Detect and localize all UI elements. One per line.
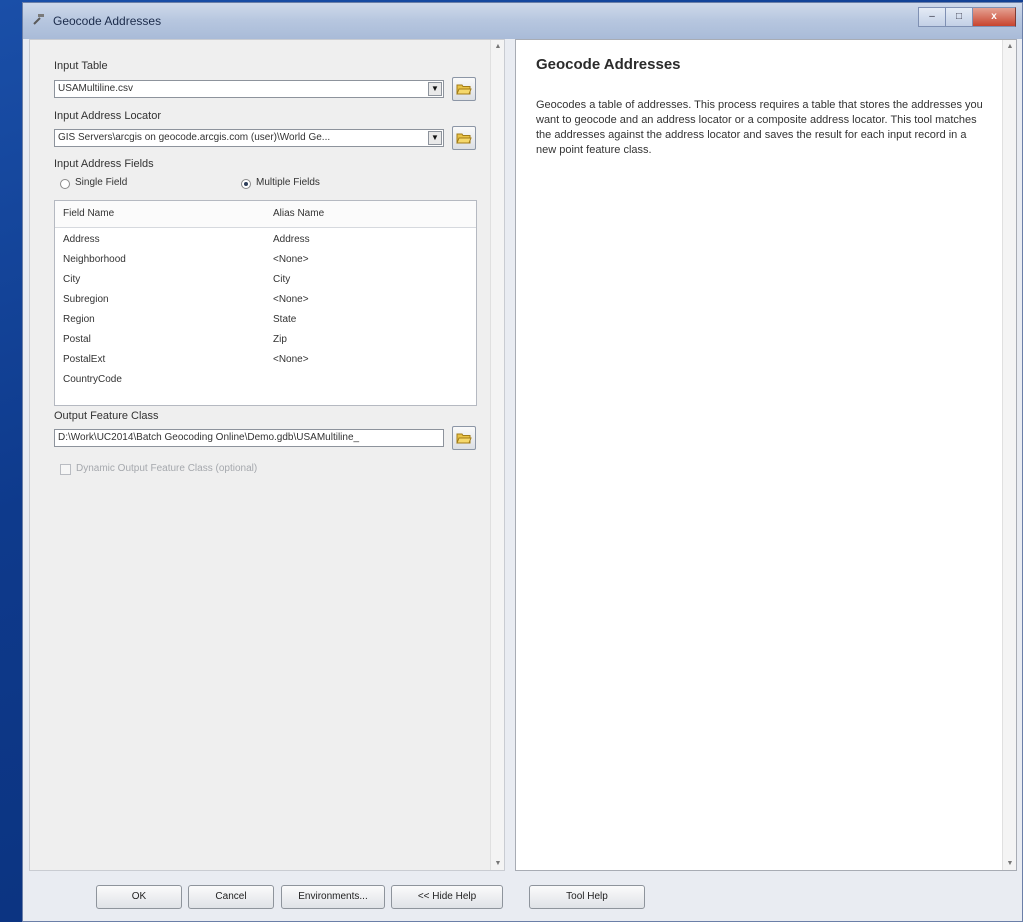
dynamic-output-label: Dynamic Output Feature Class (optional)	[76, 463, 258, 474]
field-name-cell: CountryCode	[63, 374, 122, 385]
column-header-field-name: Field Name	[63, 208, 115, 219]
multiple-fields-radio[interactable]	[241, 179, 251, 189]
multiple-fields-label: Multiple Fields	[256, 177, 320, 188]
single-field-label: Single Field	[75, 177, 128, 188]
ok-button[interactable]: OK	[96, 885, 182, 909]
chevron-down-icon[interactable]: ▼	[428, 131, 442, 145]
dynamic-output-checkbox[interactable]	[60, 464, 71, 475]
open-folder-icon	[456, 133, 472, 144]
field-name-cell: PostalExt	[63, 354, 106, 365]
parameters-scrollbar[interactable]: ▲ ▼	[490, 40, 504, 870]
alias-name-cell[interactable]: Address	[273, 234, 310, 245]
address-locator-label: Input Address Locator	[54, 110, 162, 122]
scroll-down-icon[interactable]: ▼	[1005, 860, 1015, 867]
field-name-cell: Region	[63, 314, 95, 325]
help-pane: Geocode Addresses Geocodes a table of ad…	[515, 39, 1017, 871]
window-title: Geocode Addresses	[53, 14, 162, 28]
hammer-tool-icon	[33, 14, 44, 25]
input-table-value: USAMultiline.csv	[58, 83, 134, 94]
address-fields-table: Field Name Alias Name Address Address Ne…	[54, 200, 477, 406]
alias-name-cell[interactable]: State	[273, 314, 296, 325]
address-locator-value: GIS Servers\arcgis on geocode.arcgis.com…	[58, 132, 331, 143]
geocode-dialog: Geocode Addresses – □ x Input Table USAM…	[22, 2, 1023, 922]
table-row[interactable]: Neighborhood <None>	[55, 251, 476, 271]
column-header-alias-name: Alias Name	[273, 208, 325, 219]
alias-name-cell[interactable]: <None>	[273, 354, 309, 365]
minimize-button[interactable]: –	[918, 7, 945, 27]
alias-name-cell[interactable]: <None>	[273, 254, 309, 265]
environments-button[interactable]: Environments...	[281, 885, 385, 909]
help-description: Geocodes a table of addresses. This proc…	[536, 99, 983, 156]
scroll-up-icon[interactable]: ▲	[1005, 43, 1015, 50]
help-scrollbar[interactable]: ▲ ▼	[1002, 40, 1016, 870]
single-field-radio[interactable]	[60, 179, 70, 189]
table-row[interactable]: Region State	[55, 311, 476, 331]
title-bar[interactable]: Geocode Addresses – □ x	[23, 3, 1022, 39]
scroll-up-icon[interactable]: ▲	[493, 43, 503, 50]
button-bar: OK Cancel Environments... << Hide Help T…	[23, 873, 1022, 921]
alias-name-cell[interactable]: Zip	[273, 334, 287, 345]
table-row[interactable]: Subregion <None>	[55, 291, 476, 311]
output-feature-class-value: D:\Work\UC2014\Batch Geocoding Online\De…	[58, 432, 360, 443]
hide-help-button[interactable]: << Hide Help	[391, 885, 503, 909]
close-button[interactable]: x	[972, 7, 1016, 27]
parameters-pane: Input Table USAMultiline.csv ▼ Input Add…	[29, 39, 505, 871]
maximize-button[interactable]: □	[945, 7, 972, 27]
table-row[interactable]: City City	[55, 271, 476, 291]
open-folder-icon	[456, 433, 472, 444]
address-locator-dropdown[interactable]: GIS Servers\arcgis on geocode.arcgis.com…	[54, 129, 444, 147]
scroll-down-icon[interactable]: ▼	[493, 860, 503, 867]
field-name-cell: Subregion	[63, 294, 109, 305]
output-feature-class-label: Output Feature Class	[54, 410, 159, 422]
chevron-down-icon[interactable]: ▼	[428, 82, 442, 96]
field-name-cell: Postal	[63, 334, 91, 345]
tool-help-button[interactable]: Tool Help	[529, 885, 645, 909]
address-fields-label: Input Address Fields	[54, 158, 154, 170]
table-header: Field Name Alias Name	[55, 201, 476, 228]
alias-name-cell[interactable]: <None>	[273, 294, 309, 305]
help-title: Geocode Addresses	[536, 56, 681, 73]
cancel-button[interactable]: Cancel	[188, 885, 274, 909]
alias-name-cell[interactable]: City	[273, 274, 290, 285]
table-row[interactable]: CountryCode	[55, 371, 476, 391]
field-name-cell: Neighborhood	[63, 254, 126, 265]
input-table-label: Input Table	[54, 60, 108, 72]
open-folder-icon	[456, 84, 472, 95]
field-name-cell: Address	[63, 234, 100, 245]
table-row[interactable]: PostalExt <None>	[55, 351, 476, 371]
caption-buttons: – □ x	[918, 7, 1016, 27]
browse-input-table-button[interactable]	[452, 77, 476, 101]
input-table-dropdown[interactable]: USAMultiline.csv ▼	[54, 80, 444, 98]
table-row[interactable]: Postal Zip	[55, 331, 476, 351]
browse-locator-button[interactable]	[452, 126, 476, 150]
browse-output-button[interactable]	[452, 426, 476, 450]
field-name-cell: City	[63, 274, 81, 285]
table-row[interactable]: Address Address	[55, 231, 476, 251]
output-feature-class-input[interactable]: D:\Work\UC2014\Batch Geocoding Online\De…	[54, 429, 444, 447]
